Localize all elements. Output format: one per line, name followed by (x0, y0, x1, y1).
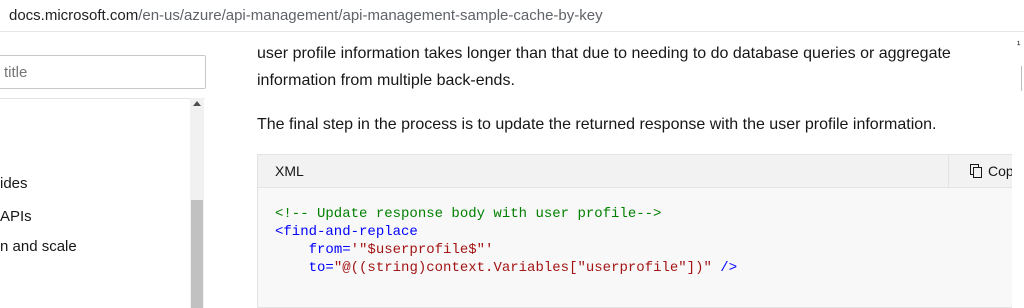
code-string: "@((string)context.Variables["userprofil… (333, 260, 712, 276)
code-language-label: XML (275, 163, 304, 179)
toc-sidebar: title (0, 32, 215, 308)
address-bar[interactable]: docs.microsoft.com/en-us/azure/api-manag… (0, 0, 1024, 32)
scroll-up-arrow-icon[interactable] (193, 101, 201, 106)
right-rail (1012, 32, 1024, 308)
code-block: XML Copy <!-- Update response body with … (257, 154, 1022, 308)
toc-filter-placeholder: title (4, 64, 28, 81)
right-rail-marker: ¹ (1017, 40, 1021, 51)
sidebar-divider (0, 98, 205, 99)
toc-item-scale[interactable]: n and scale (0, 238, 77, 255)
article-paragraph: user profile information takes longer th… (257, 45, 951, 89)
article-content: user profile information takes longer th… (257, 32, 1024, 308)
toc-item-apis[interactable]: APIs (0, 208, 32, 225)
code-attribute: to= (308, 260, 334, 276)
url-text[interactable]: docs.microsoft.com/en-us/azure/api-manag… (9, 7, 603, 25)
toc-item-guides[interactable]: ides (0, 175, 28, 192)
copy-button[interactable]: Copy (948, 155, 1021, 188)
code-attribute: from= (308, 242, 351, 258)
code-comment: <!-- Update response body with user prof… (275, 206, 662, 222)
article-paragraph: The final step in the process is to upda… (257, 116, 937, 133)
code-header: XML Copy (258, 155, 1021, 188)
code-tag-close: /> (711, 260, 738, 276)
copy-icon (970, 164, 982, 178)
url-path: /en-us/azure/api-management/api-manageme… (138, 7, 603, 24)
code-body: <!-- Update response body with user prof… (275, 205, 737, 277)
right-rail-rule (1021, 66, 1022, 91)
code-string: '"$userprofile$"' (350, 242, 494, 258)
code-tag: <find-and-replace (275, 224, 418, 240)
sidebar-scroll-thumb[interactable] (191, 200, 203, 308)
url-host: docs.microsoft.com (9, 7, 139, 24)
toc-filter-input[interactable]: title (0, 55, 206, 89)
